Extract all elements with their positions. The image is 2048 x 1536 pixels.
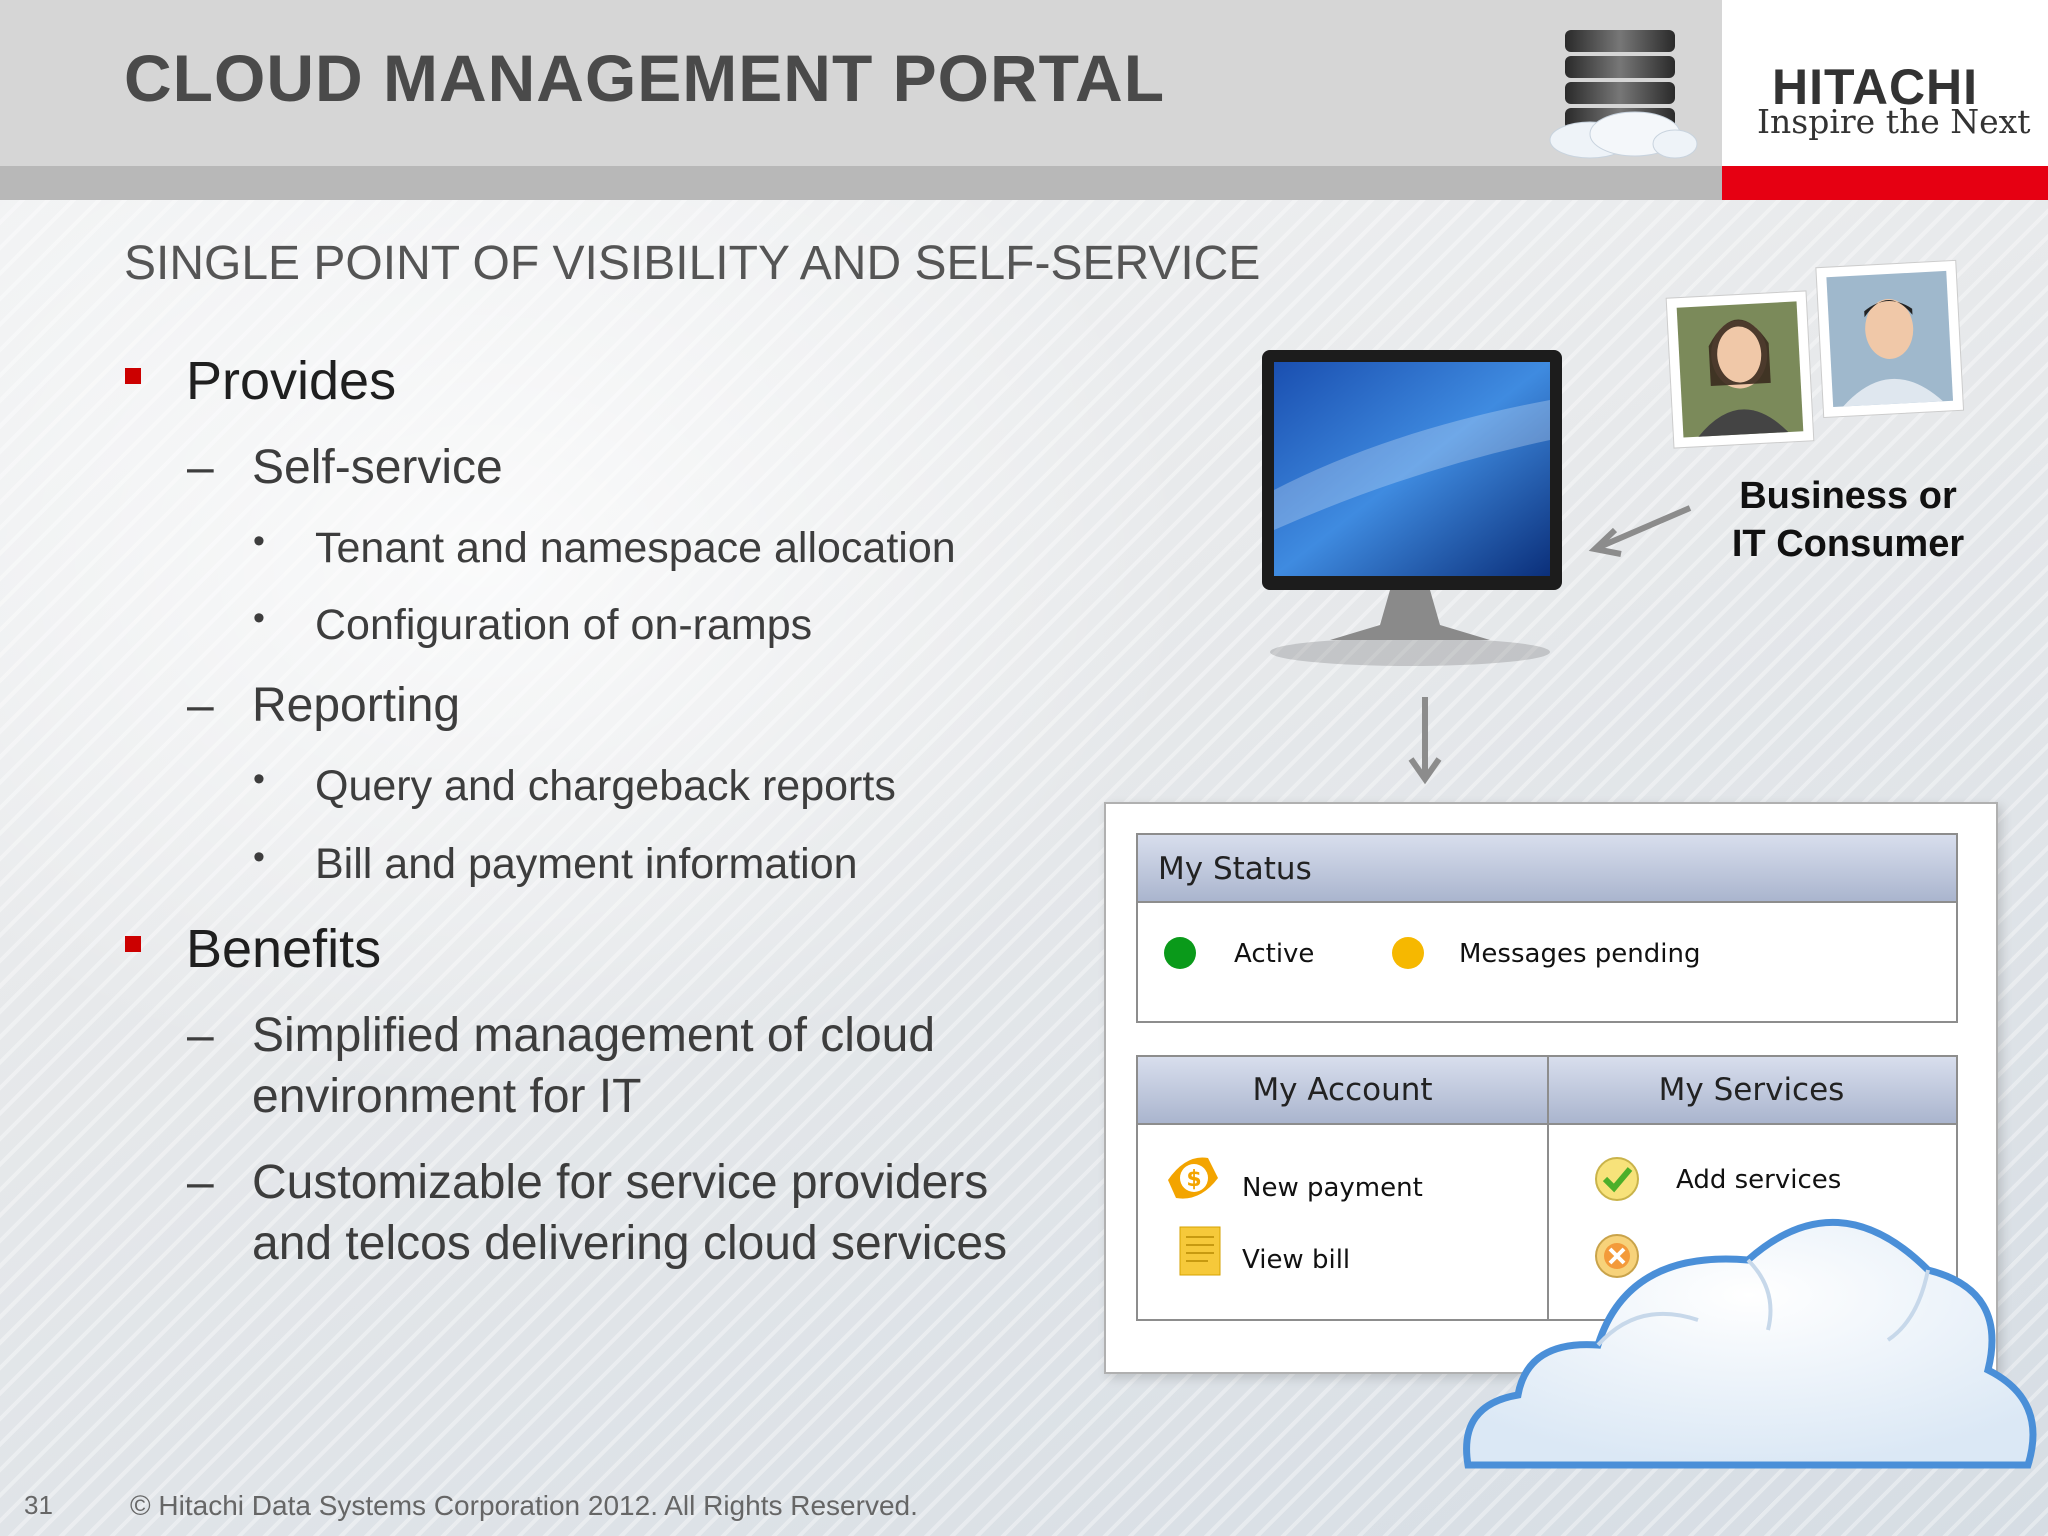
cloud-icon xyxy=(1463,1219,2037,1469)
page-title: CLOUD MANAGEMENT PORTAL xyxy=(124,41,1166,115)
user-photos-icon xyxy=(1665,259,1965,449)
list-item: • Bill and payment information xyxy=(253,838,858,888)
logo-red-bar xyxy=(1722,166,2048,200)
payment-icon: $ xyxy=(1168,1157,1218,1199)
services-title: My Services xyxy=(1658,1072,1845,1108)
sub-bullet-benefit: – Customizable for service providers and… xyxy=(187,1156,1008,1270)
status-box-header: My Status xyxy=(1138,835,1956,903)
active-status-dot xyxy=(1164,937,1196,969)
svg-text:$: $ xyxy=(1186,1167,1201,1192)
hitachi-logo-tagline: Inspire the Next xyxy=(1757,102,2031,141)
header-underbar xyxy=(0,166,1722,200)
view-bill-link[interactable]: View bill xyxy=(1242,1245,1350,1275)
pending-status-dot xyxy=(1392,937,1424,969)
list-item: • Query and chargeback reports xyxy=(253,760,896,810)
monitor-icon xyxy=(1262,350,1562,666)
page-number: 31 xyxy=(24,1490,53,1520)
consumer-label: Business or IT Consumer xyxy=(1731,475,1965,565)
status-box: My Status Active Messages pending xyxy=(1136,833,1958,1023)
cloud-server-icon xyxy=(1549,30,1698,159)
bullet-benefits: Benefits xyxy=(125,918,381,980)
bullet-marker-red xyxy=(125,936,141,952)
status-messages-label: Messages pending xyxy=(1459,939,1701,969)
sub-bullet-benefit: – Simplified management of cloud environ… xyxy=(187,1009,936,1123)
copyright-text: © Hitachi Data Systems Corporation 2012.… xyxy=(130,1490,918,1521)
bullet-marker-red xyxy=(125,368,141,384)
sub-bullet-reporting: – Reporting xyxy=(187,679,461,732)
list-item: • Tenant and namespace allocation xyxy=(253,522,956,572)
background-glow xyxy=(0,200,1200,1100)
sub-bullet-self-service: – Self-service xyxy=(187,441,503,494)
list-item: • Configuration of on-ramps xyxy=(253,599,813,649)
bill-icon xyxy=(1179,1226,1221,1276)
new-payment-link[interactable]: New payment xyxy=(1242,1173,1423,1203)
account-title: My Account xyxy=(1252,1072,1433,1108)
status-title: My Status xyxy=(1158,851,1312,887)
bullet-provides: Provides xyxy=(125,350,396,412)
subtitle: SINGLE POINT OF VISIBILITY AND SELF-SERV… xyxy=(124,237,1261,290)
status-active-label: Active xyxy=(1234,939,1315,969)
arrow-down-icon xyxy=(1408,697,1442,785)
arrow-left-icon xyxy=(1588,505,1692,557)
